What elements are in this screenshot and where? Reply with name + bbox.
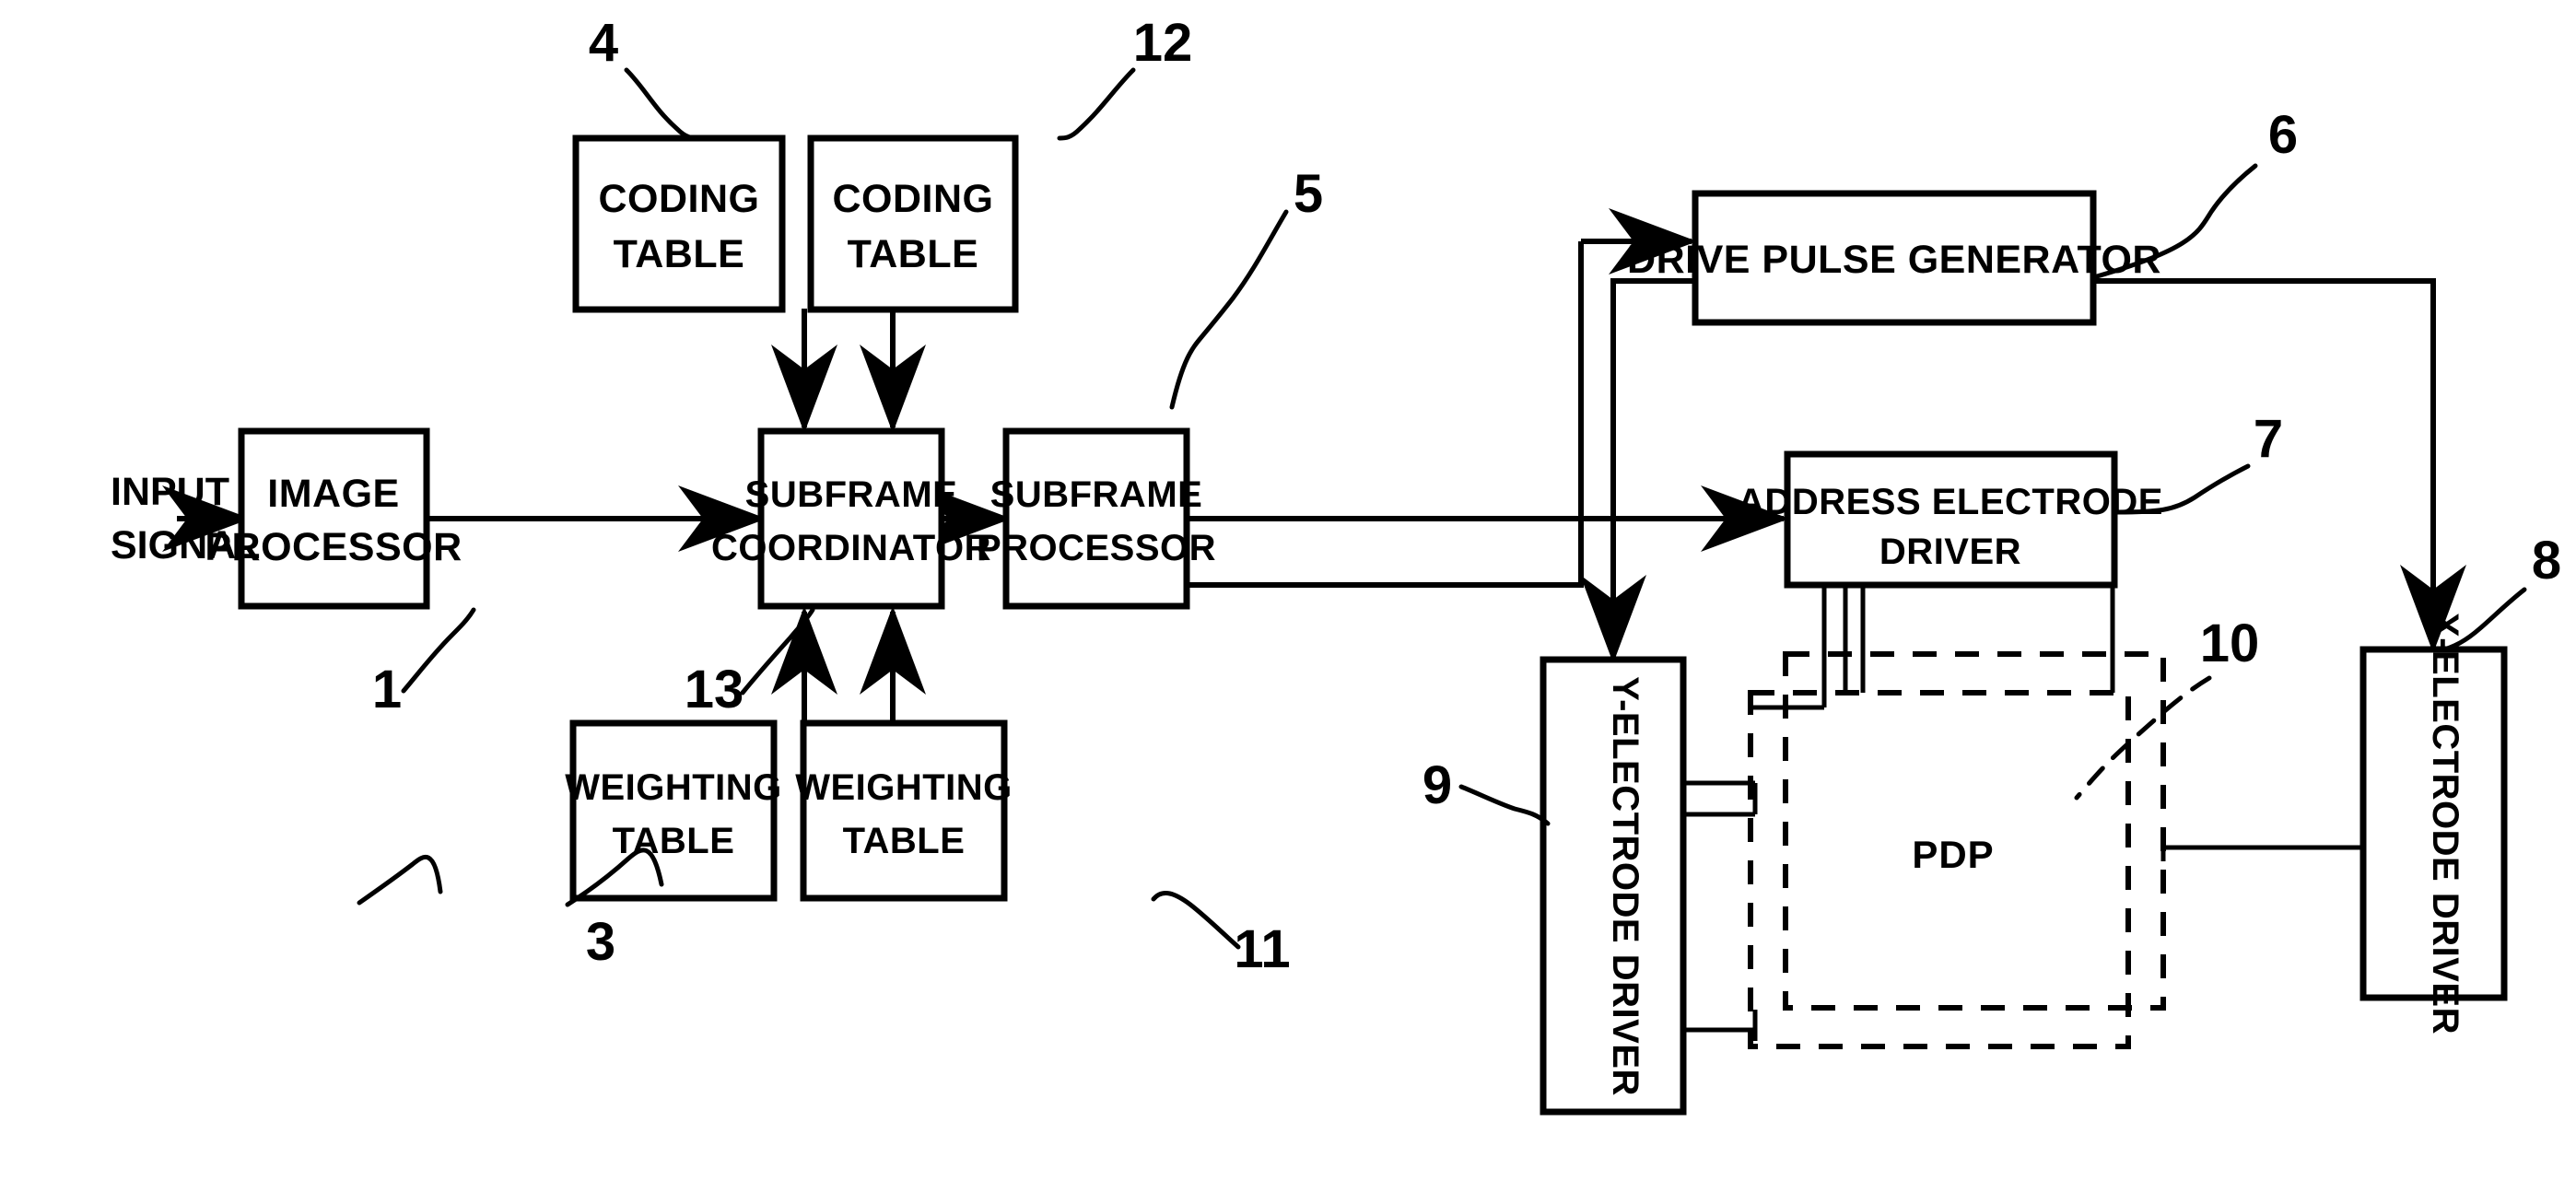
leader-y-electrode-driver: [1458, 784, 1551, 826]
block-weighting-table-11[interactable]: WEIGHTING TABLE: [795, 719, 1013, 902]
subframe-coordinator-label-line2: COORDINATOR: [711, 528, 991, 568]
ref-numeral-subframe-coordinator: 13: [685, 660, 744, 719]
ref-numeral-coding-table-left: 4: [589, 13, 618, 73]
ref-numeral-drive-pulse-generator: 6: [2268, 105, 2298, 165]
leader-weighting-table-11: [1151, 890, 1241, 950]
coding-table-4-box[interactable]: [572, 134, 786, 313]
subframe-coordinator-box[interactable]: [757, 427, 945, 610]
block-subframe-processor[interactable]: SUBFRAME PROCESSOR: [977, 427, 1216, 610]
leader-weighting-table-3: [357, 855, 443, 906]
leader-pdp-panel: [2074, 675, 2212, 801]
connector-layer: [162, 208, 2466, 1041]
ref-numeral-pdp-panel: 10: [2200, 614, 2260, 673]
ref-numeral-x-electrode-driver: 8: [2532, 531, 2561, 590]
leader-coding-table-12: [1057, 67, 1136, 141]
ref-numeral-coding-table-right: 12: [1133, 13, 1193, 73]
leader-coding-table-4: [624, 67, 700, 141]
block-weighting-table-3[interactable]: WEIGHTING TABLE: [565, 719, 782, 902]
image-processor-label-line1: IMAGE: [267, 472, 399, 516]
block-drive-pulse-generator[interactable]: DRIVE PULSE GENERATOR: [1627, 190, 2161, 326]
input-signal-label-line1: INPUT: [111, 470, 229, 514]
drive-pulse-generator-label: DRIVE PULSE GENERATOR: [1627, 238, 2161, 282]
address-electrode-driver-label-line1: ADDRESS ELECTRODE: [1738, 482, 2163, 522]
weighting-table-3-box[interactable]: [569, 719, 778, 902]
ref-numeral-subframe-processor: 5: [1294, 164, 1323, 224]
coding-table-12-label-line1: CODING: [833, 177, 994, 221]
ref-numeral-y-electrode-driver: 9: [1423, 755, 1452, 815]
ref-numeral-weighting-table-left: 3: [586, 912, 615, 972]
block-coding-table-4[interactable]: CODING TABLE: [572, 134, 786, 313]
pdp-rear-plate: [1783, 651, 2166, 1011]
coding-table-4-label-line2: TABLE: [614, 232, 745, 276]
ref-numeral-image-processor: 1: [372, 660, 402, 719]
subframe-processor-label-line1: SUBFRAME: [990, 474, 1203, 515]
pdp-panel-group: PDP: [1748, 651, 2166, 1049]
weighting-table-11-label-line1: WEIGHTING: [795, 767, 1013, 808]
y-electrode-driver-label: Y-ELECTRODE DRIVER: [1605, 676, 1645, 1096]
leader-subframe-processor: [1169, 209, 1289, 410]
patent-block-diagram: PDP CODING TABLE CODING TABLE IMAGE PROC…: [0, 0, 2576, 1204]
coding-table-4-label-line1: CODING: [599, 177, 760, 221]
subframe-processor-label-line2: PROCESSOR: [977, 528, 1216, 568]
x-electrode-driver-label: X-ELECTRODE DRIVER: [2425, 613, 2465, 1035]
image-processor-box[interactable]: [238, 427, 430, 610]
block-coding-table-12[interactable]: CODING TABLE: [807, 134, 1019, 313]
diagram-canvas: PDP CODING TABLE CODING TABLE IMAGE PROC…: [111, 13, 2561, 1116]
coding-table-12-box[interactable]: [807, 134, 1019, 313]
block-address-electrode-driver[interactable]: ADDRESS ELECTRODE DRIVER: [1738, 450, 2163, 589]
weighting-table-11-box[interactable]: [800, 719, 1008, 902]
block-y-electrode-driver[interactable]: Y-ELECTRODE DRIVER: [1540, 656, 1687, 1116]
input-signal-label-line2: SIGNAL: [111, 523, 260, 567]
block-x-electrode-driver[interactable]: X-ELECTRODE DRIVER: [2359, 613, 2508, 1035]
ref-numeral-weighting-table-right: 11: [1234, 919, 1290, 979]
subframe-processor-box[interactable]: [1002, 427, 1190, 610]
block-image-processor[interactable]: IMAGE PROCESSOR: [205, 427, 462, 610]
wire-processor-to-dpg-run: [1187, 241, 1584, 588]
weighting-table-11-label-line2: TABLE: [843, 821, 966, 861]
leader-image-processor: [401, 607, 476, 694]
ref-numeral-address-electrode-driver: 7: [2254, 409, 2283, 469]
weighting-table-3-label-line1: WEIGHTING: [565, 767, 782, 808]
address-electrode-driver-label-line2: DRIVER: [1879, 532, 2021, 572]
subframe-coordinator-label-line1: SUBFRAME: [745, 474, 958, 515]
coding-table-12-label-line2: TABLE: [848, 232, 979, 276]
wire-dpg-to-y-driver-run: [1610, 278, 1695, 650]
pdp-panel-label: PDP: [1912, 833, 1994, 876]
